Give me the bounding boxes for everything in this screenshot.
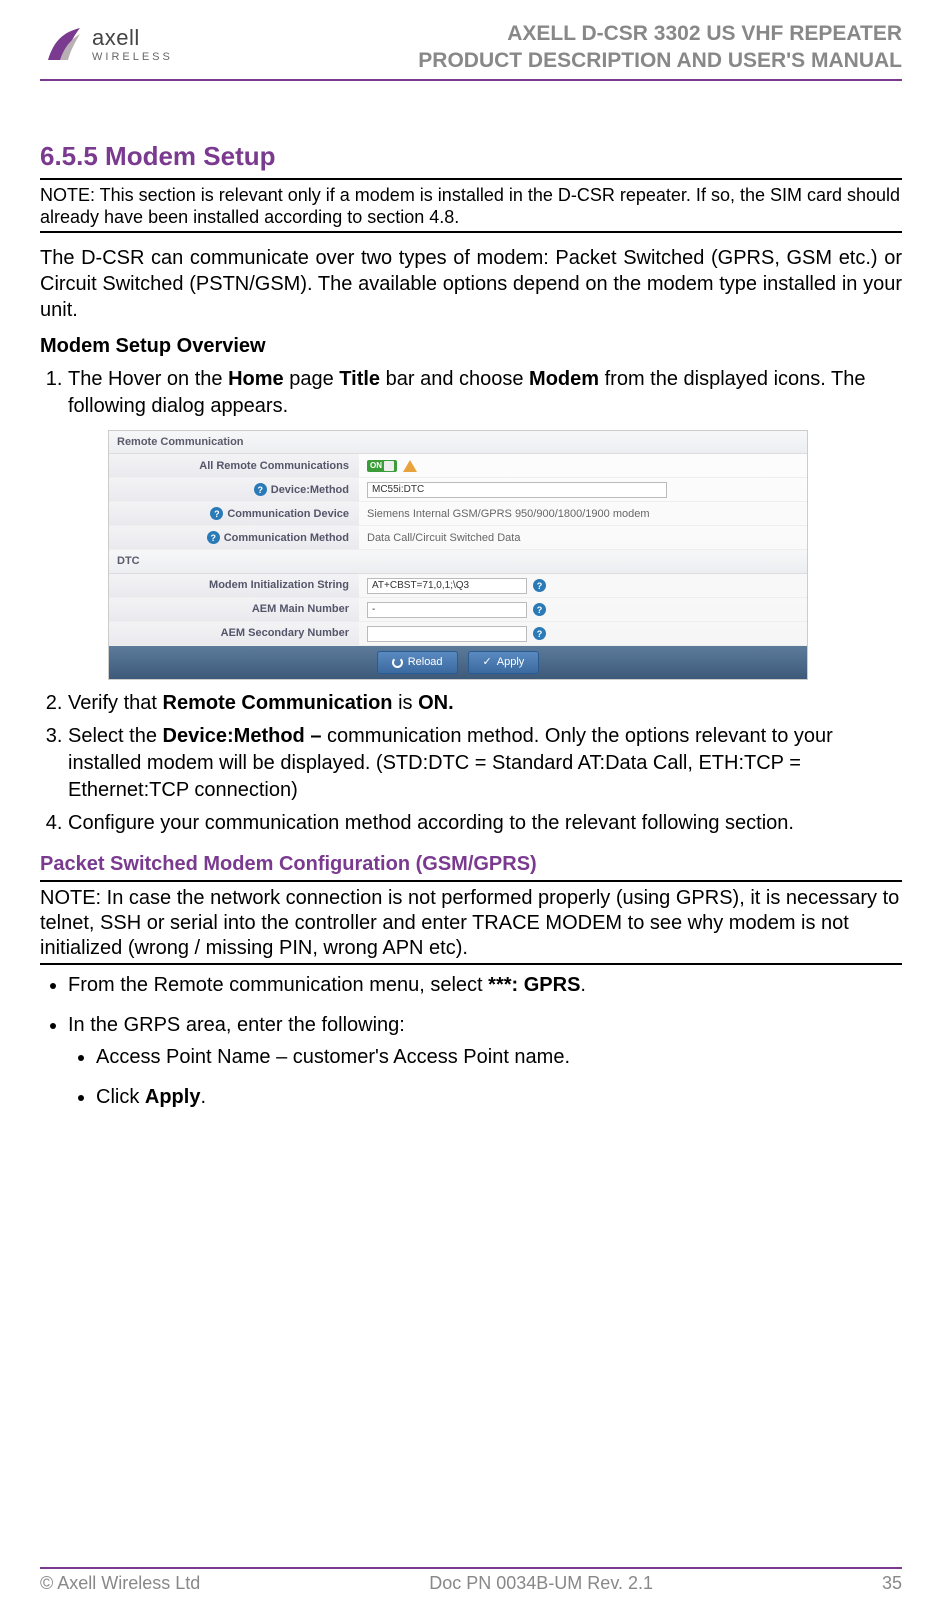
row-comm-device: ? Communication Device Siemens Internal G… <box>109 502 807 526</box>
help-icon[interactable]: ? <box>533 603 546 616</box>
modem-dialog: Remote Communication All Remote Communic… <box>108 430 808 681</box>
packet-switched-heading: Packet Switched Modem Configuration (GSM… <box>40 853 902 876</box>
steps-list: The Hover on the Home page Title bar and… <box>40 366 902 838</box>
input-aem-secondary[interactable] <box>367 626 527 642</box>
step-3: Select the Device:Method – communication… <box>68 723 902 804</box>
input-modem-init[interactable] <box>367 578 527 594</box>
step-1: The Hover on the Home page Title bar and… <box>68 366 902 681</box>
warning-icon <box>403 460 417 472</box>
note-sim: NOTE: This section is relevant only if a… <box>40 184 902 229</box>
bullet-select-gprs: From the Remote communication menu, sele… <box>68 969 902 1001</box>
input-aem-main[interactable] <box>367 602 527 618</box>
value-comm-method: Data Call/Circuit Switched Data <box>359 531 807 546</box>
brand-sub: WIRELESS <box>92 51 173 63</box>
step-4: Configure your communication method acco… <box>68 810 902 837</box>
footer-page-number: 35 <box>882 1573 902 1594</box>
reload-button[interactable]: Reload <box>377 651 458 674</box>
brand-name: axell <box>92 25 173 51</box>
dialog-footer: Reload Apply <box>109 646 807 679</box>
reload-icon <box>392 657 403 668</box>
help-icon[interactable]: ? <box>207 531 220 544</box>
label-aem-main: AEM Main Number <box>109 598 359 621</box>
bullet-grps-area: In the GRPS area, enter the following: A… <box>68 1009 902 1113</box>
note-gprs: NOTE: In case the network connection is … <box>40 886 902 961</box>
overview-heading: Modem Setup Overview <box>40 335 902 358</box>
section-rule <box>40 178 902 180</box>
doc-title: AXELL D-CSR 3302 US VHF REPEATER PRODUCT… <box>418 20 902 75</box>
row-all-remote-comm: All Remote Communications ON <box>109 454 807 478</box>
check-icon <box>483 655 492 670</box>
row-comm-method: ? Communication Method Data Call/Circuit … <box>109 526 807 550</box>
help-icon[interactable]: ? <box>210 507 223 520</box>
logo-icon <box>40 20 88 68</box>
page-header: axell WIRELESS AXELL D-CSR 3302 US VHF R… <box>40 20 902 81</box>
row-device-method: ? Device:Method <box>109 478 807 502</box>
value-comm-device: Siemens Internal GSM/GPRS 950/900/1800/1… <box>359 507 807 522</box>
page-footer: © Axell Wireless Ltd Doc PN 0034B-UM Rev… <box>40 1567 902 1594</box>
doc-title-line1: AXELL D-CSR 3302 US VHF REPEATER <box>418 20 902 47</box>
row-modem-init: Modem Initialization String ? <box>109 574 807 598</box>
row-aem-secondary: AEM Secondary Number ? <box>109 622 807 646</box>
select-device-method[interactable] <box>367 482 667 498</box>
bullet-list: From the Remote communication menu, sele… <box>40 969 902 1113</box>
footer-doc-id: Doc PN 0034B-UM Rev. 2.1 <box>429 1573 653 1594</box>
intro-paragraph: The D-CSR can communicate over two types… <box>40 245 902 323</box>
apply-button[interactable]: Apply <box>468 651 540 674</box>
section-heading: 6.5.5 Modem Setup <box>40 141 902 172</box>
label-all-remote-comm: All Remote Communications <box>109 454 359 477</box>
bullet-click-apply: Click Apply. <box>96 1081 902 1113</box>
help-icon[interactable]: ? <box>533 579 546 592</box>
bullet-apn: Access Point Name – customer's Access Po… <box>96 1041 902 1073</box>
brand-logo: axell WIRELESS <box>40 20 173 68</box>
row-aem-main: AEM Main Number ? <box>109 598 807 622</box>
dialog-section-remote-comm: Remote Communication <box>109 431 807 455</box>
label-comm-device: Communication Device <box>227 507 349 522</box>
toggle-remote-comm[interactable]: ON <box>367 460 397 473</box>
help-icon[interactable]: ? <box>254 483 267 496</box>
packet-rule-end <box>40 963 902 965</box>
doc-title-line2: PRODUCT DESCRIPTION AND USER'S MANUAL <box>418 47 902 74</box>
label-aem-secondary: AEM Secondary Number <box>109 622 359 645</box>
help-icon[interactable]: ? <box>533 627 546 640</box>
packet-rule <box>40 880 902 882</box>
label-modem-init: Modem Initialization String <box>109 574 359 597</box>
label-device-method: Device:Method <box>271 483 349 498</box>
step-2: Verify that Remote Communication is ON. <box>68 690 902 717</box>
dialog-section-dtc: DTC <box>109 550 807 574</box>
section-rule-end <box>40 231 902 233</box>
label-comm-method: Communication Method <box>224 531 349 546</box>
footer-copyright: © Axell Wireless Ltd <box>40 1573 200 1594</box>
